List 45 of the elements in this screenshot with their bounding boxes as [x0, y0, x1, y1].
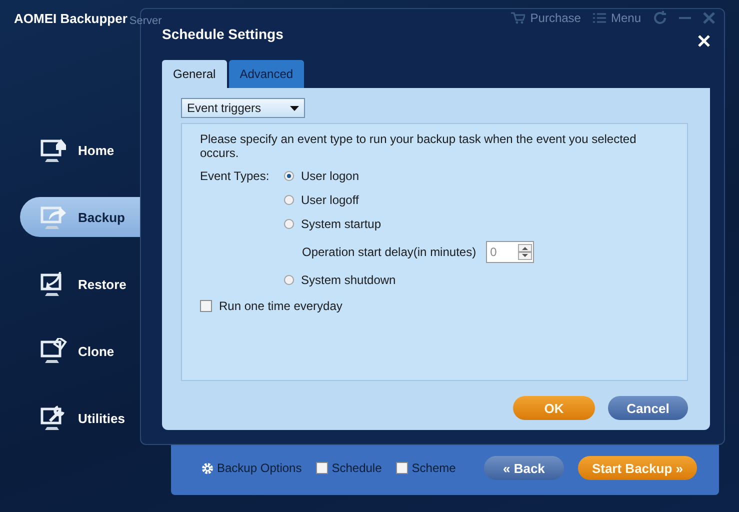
refresh-icon[interactable] — [653, 11, 667, 25]
sidebar-item[interactable]: Home — [20, 130, 171, 170]
top-action[interactable]: Purchase — [511, 11, 581, 25]
delay-label: Operation start delay(in minutes) — [302, 245, 476, 259]
checkbox[interactable] — [316, 462, 328, 474]
back-button[interactable]: « Back — [484, 456, 564, 480]
cancel-button[interactable]: Cancel — [608, 396, 688, 420]
start-backup-button[interactable]: Start Backup » — [578, 456, 697, 480]
delay-spinbox[interactable]: 0 — [486, 241, 534, 263]
monitor-icon — [40, 204, 68, 230]
caret-icon — [290, 106, 299, 110]
radio-button[interactable] — [284, 171, 294, 181]
ok-button[interactable]: OK — [513, 396, 595, 420]
dialog-title: Schedule Settings — [162, 26, 284, 42]
tab[interactable]: General — [162, 60, 227, 88]
monitor-icon — [40, 338, 68, 364]
checkbox-label: Run one time everyday — [219, 299, 342, 313]
sidebar-item[interactable]: Clone — [20, 331, 171, 371]
checkbox-label: Schedule — [332, 461, 382, 475]
event-types-label: Event Types: — [200, 169, 270, 183]
sidebar-item[interactable]: Utilities — [20, 398, 171, 438]
minimize-icon[interactable] — [679, 16, 691, 20]
radio-label: System shutdown — [301, 273, 396, 287]
house-monitor-icon — [40, 137, 68, 163]
radio-label: System startup — [301, 217, 382, 231]
cart-icon — [511, 12, 526, 24]
radio-button[interactable] — [284, 195, 294, 205]
app-title: AOMEI Backupper — [14, 10, 128, 26]
radio-label: User logoff — [301, 193, 359, 207]
radio-button[interactable] — [284, 219, 294, 229]
mode-dropdown[interactable]: Event triggers — [181, 98, 305, 118]
backup-options-link[interactable]: Backup Options — [201, 461, 302, 475]
checkbox-label: Scheme — [412, 461, 456, 475]
menu-icon — [592, 13, 606, 23]
top-action[interactable]: Menu — [592, 11, 641, 25]
tab[interactable]: Advanced — [228, 60, 304, 88]
gear-icon — [201, 462, 214, 474]
radio-label: User logon — [301, 169, 360, 183]
description-text: Please specify an event type to run your backup task when the event you selected occurs. — [200, 132, 638, 160]
radio-button[interactable] — [284, 275, 294, 285]
edition-label: Server — [129, 15, 162, 27]
checkbox[interactable] — [200, 300, 212, 312]
checkbox[interactable] — [396, 462, 408, 474]
sidebar-item[interactable]: Restore — [20, 264, 171, 304]
spin-arrows-icon[interactable] — [518, 244, 532, 260]
